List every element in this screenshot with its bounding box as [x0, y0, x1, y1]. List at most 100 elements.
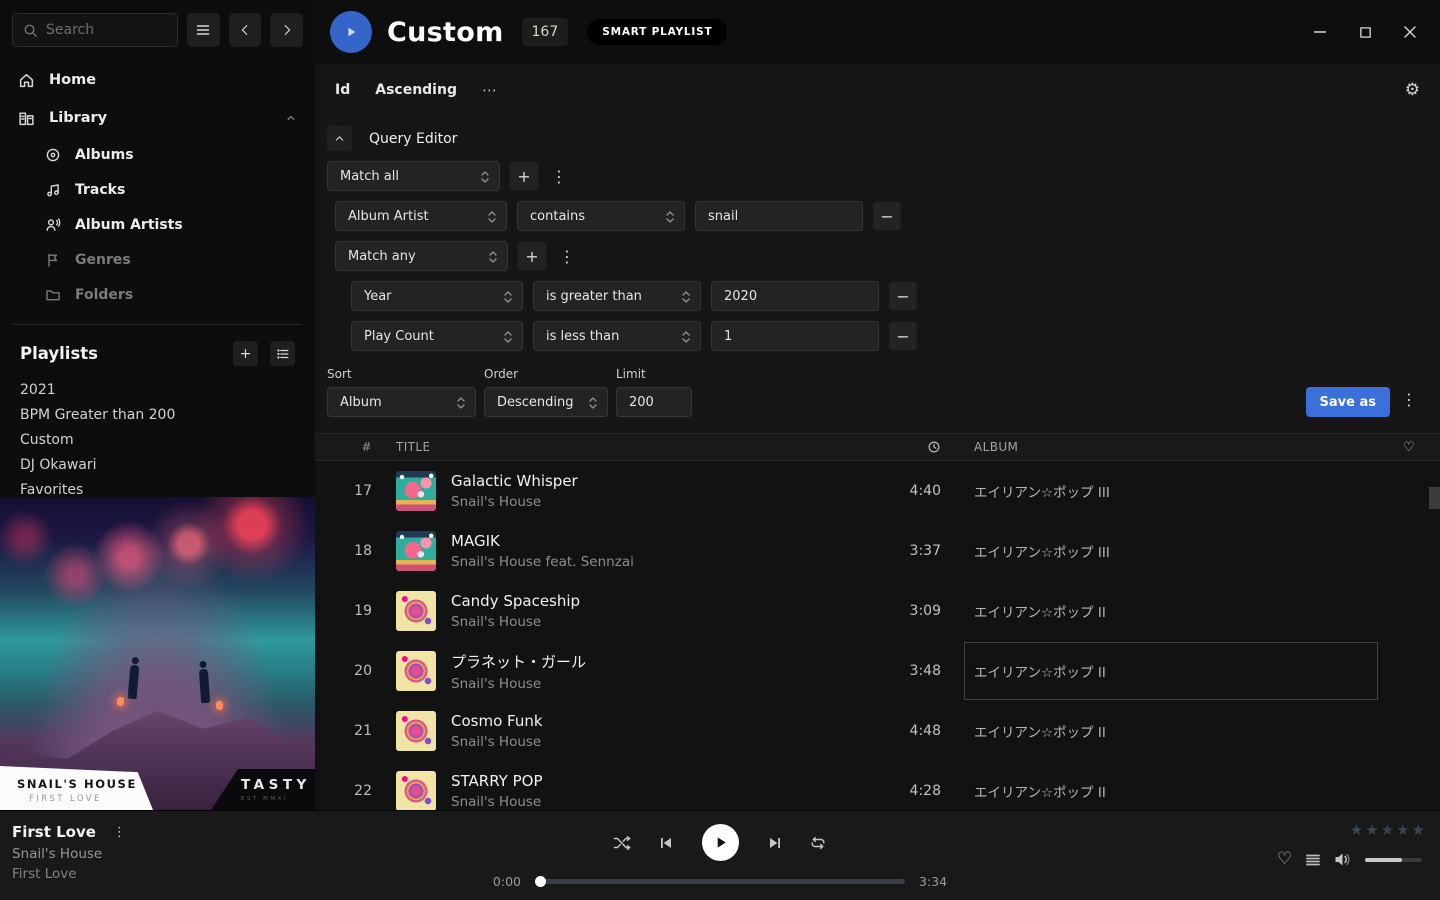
- column-header-album[interactable]: ALBUM: [964, 440, 1378, 454]
- sort-field-button[interactable]: Id: [335, 82, 350, 98]
- playlist-item[interactable]: BPM Greater than 200: [0, 403, 315, 428]
- track-main-cell: Candy Spaceship Snail's House: [384, 591, 864, 631]
- remove-rule-button[interactable]: −: [873, 202, 901, 230]
- volume-slider[interactable]: [1365, 858, 1422, 862]
- now-playing-title[interactable]: First Love: [12, 823, 96, 841]
- minimize-button[interactable]: [1313, 25, 1327, 39]
- rule-operator-select[interactable]: is greater than: [533, 281, 701, 311]
- save-more-button[interactable]: ⋮: [1398, 390, 1420, 409]
- star-icon[interactable]: ★: [1365, 821, 1380, 839]
- next-icon: [767, 835, 783, 851]
- track-row[interactable]: 19 Candy Spaceship Snail's House 3:09 エイ…: [315, 581, 1440, 641]
- sidebar-item-genres[interactable]: Genres: [18, 242, 301, 277]
- star-icon[interactable]: ★: [1381, 821, 1396, 839]
- rule-operator-select[interactable]: is less than: [533, 321, 701, 351]
- select-caret-icon: [487, 249, 499, 265]
- playlists-title: Playlists: [20, 344, 98, 363]
- disc-icon: [45, 147, 61, 163]
- sidebar-item-folders[interactable]: Folders: [18, 277, 301, 312]
- maximize-button[interactable]: [1358, 25, 1372, 39]
- favorite-button[interactable]: ♡: [1277, 851, 1292, 868]
- rule-field-select[interactable]: Play Count: [351, 321, 523, 351]
- rule-value-input[interactable]: snail: [695, 201, 863, 231]
- track-row[interactable]: 20 プラネット・ガール Snail's House 3:48 エイリアン☆ポッ…: [315, 641, 1440, 701]
- rule-value-input[interactable]: 1: [711, 321, 879, 351]
- search-input[interactable]: [46, 22, 156, 38]
- rule-more-button[interactable]: ⋮: [548, 167, 570, 186]
- volume-icon[interactable]: [1334, 852, 1352, 867]
- play-playlist-button[interactable]: [330, 11, 372, 53]
- rule-field-select[interactable]: Album Artist: [335, 201, 507, 231]
- seek-handle[interactable]: [535, 876, 546, 887]
- window-controls: [1313, 25, 1426, 39]
- track-row[interactable]: 18 MAGIK Snail's House feat. Sennzai 3:3…: [315, 521, 1440, 581]
- next-button[interactable]: [763, 831, 787, 855]
- playlist-list-button[interactable]: [270, 341, 295, 366]
- add-playlist-button[interactable]: +: [233, 341, 258, 366]
- track-artist: Snail's House: [451, 676, 586, 692]
- add-rule-button[interactable]: +: [510, 162, 538, 190]
- save-as-button[interactable]: Save as: [1306, 387, 1390, 417]
- track-album-focused-cell[interactable]: エイリアン☆ポップ II: [964, 642, 1378, 700]
- remove-rule-button[interactable]: −: [889, 282, 917, 310]
- select-caret-icon: [587, 395, 599, 411]
- now-playing-album[interactable]: First Love: [12, 866, 129, 882]
- track-number: 18: [315, 543, 384, 559]
- sort-direction-button[interactable]: Ascending: [375, 82, 457, 98]
- add-group-rule-button[interactable]: +: [518, 242, 546, 270]
- sidebar-item-library[interactable]: Library: [18, 99, 301, 137]
- group-match-select[interactable]: Match any: [335, 241, 508, 271]
- gear-icon[interactable]: ⚙: [1405, 80, 1420, 100]
- now-playing-artist[interactable]: Snail's House: [12, 846, 129, 862]
- root-match-select[interactable]: Match all: [327, 161, 500, 191]
- scrollbar-thumb[interactable]: [1429, 487, 1440, 509]
- limit-column: Limit 200: [616, 367, 692, 417]
- track-row[interactable]: 21 Cosmo Funk Snail's House 4:48 エイリアン☆ポ…: [315, 701, 1440, 761]
- collapse-query-editor-button[interactable]: [327, 126, 352, 151]
- star-icon[interactable]: ★: [1350, 821, 1365, 839]
- menu-button[interactable]: [187, 13, 220, 47]
- more-options-button[interactable]: ⋯: [482, 81, 498, 99]
- album-art-figure: [199, 669, 210, 704]
- column-header-number[interactable]: #: [315, 440, 384, 454]
- group-more-button[interactable]: ⋮: [556, 247, 578, 266]
- playlist-item[interactable]: 2021: [0, 378, 315, 403]
- order-select[interactable]: Descending: [484, 387, 608, 417]
- column-header-title[interactable]: TITLE: [384, 440, 864, 454]
- track-title: MAGIK: [451, 532, 634, 550]
- sidebar-item-album-artists[interactable]: Album Artists: [18, 207, 301, 242]
- right-controls: ♡: [1277, 851, 1427, 868]
- play-icon: [713, 835, 728, 850]
- select-caret-icon: [680, 329, 692, 345]
- sidebar-item-tracks[interactable]: Tracks: [18, 172, 301, 207]
- close-icon: [1403, 25, 1417, 39]
- rule-field-select[interactable]: Year: [351, 281, 523, 311]
- seek-slider[interactable]: [535, 879, 905, 884]
- close-button[interactable]: [1403, 25, 1417, 39]
- limit-input[interactable]: 200: [616, 387, 692, 417]
- sidebar-item-albums[interactable]: Albums: [18, 137, 301, 172]
- previous-button[interactable]: [654, 831, 678, 855]
- shuffle-button[interactable]: [611, 831, 635, 855]
- sort-select[interactable]: Album: [327, 387, 476, 417]
- star-icon[interactable]: ★: [1412, 821, 1427, 839]
- star-icon[interactable]: ★: [1396, 821, 1411, 839]
- play-pause-button[interactable]: [702, 824, 739, 861]
- playlist-item[interactable]: DJ Okawari: [0, 453, 315, 478]
- rule-value-input[interactable]: 2020: [711, 281, 879, 311]
- column-header-favorite[interactable]: ♡: [1403, 440, 1415, 455]
- rule-operator-select[interactable]: contains: [517, 201, 685, 231]
- queue-icon[interactable]: [1305, 853, 1321, 867]
- nav-forward-button[interactable]: [270, 13, 303, 47]
- now-playing-more-button[interactable]: ⋮: [110, 825, 129, 840]
- playlist-item[interactable]: Custom: [0, 428, 315, 453]
- remove-rule-button[interactable]: −: [889, 322, 917, 350]
- sidebar-item-home[interactable]: Home: [18, 61, 301, 99]
- repeat-button[interactable]: [806, 831, 830, 855]
- search-box[interactable]: [12, 13, 178, 47]
- shuffle-icon: [613, 835, 633, 851]
- now-playing-album-art: SNAIL'S HOUSE FIRST LOVE TASTY EST MMXI: [0, 497, 315, 810]
- nav-back-button[interactable]: [229, 13, 262, 47]
- track-row[interactable]: 17 Galactic Whisper Snail's House 4:40 エ…: [315, 461, 1440, 521]
- column-header-duration[interactable]: [927, 440, 964, 454]
